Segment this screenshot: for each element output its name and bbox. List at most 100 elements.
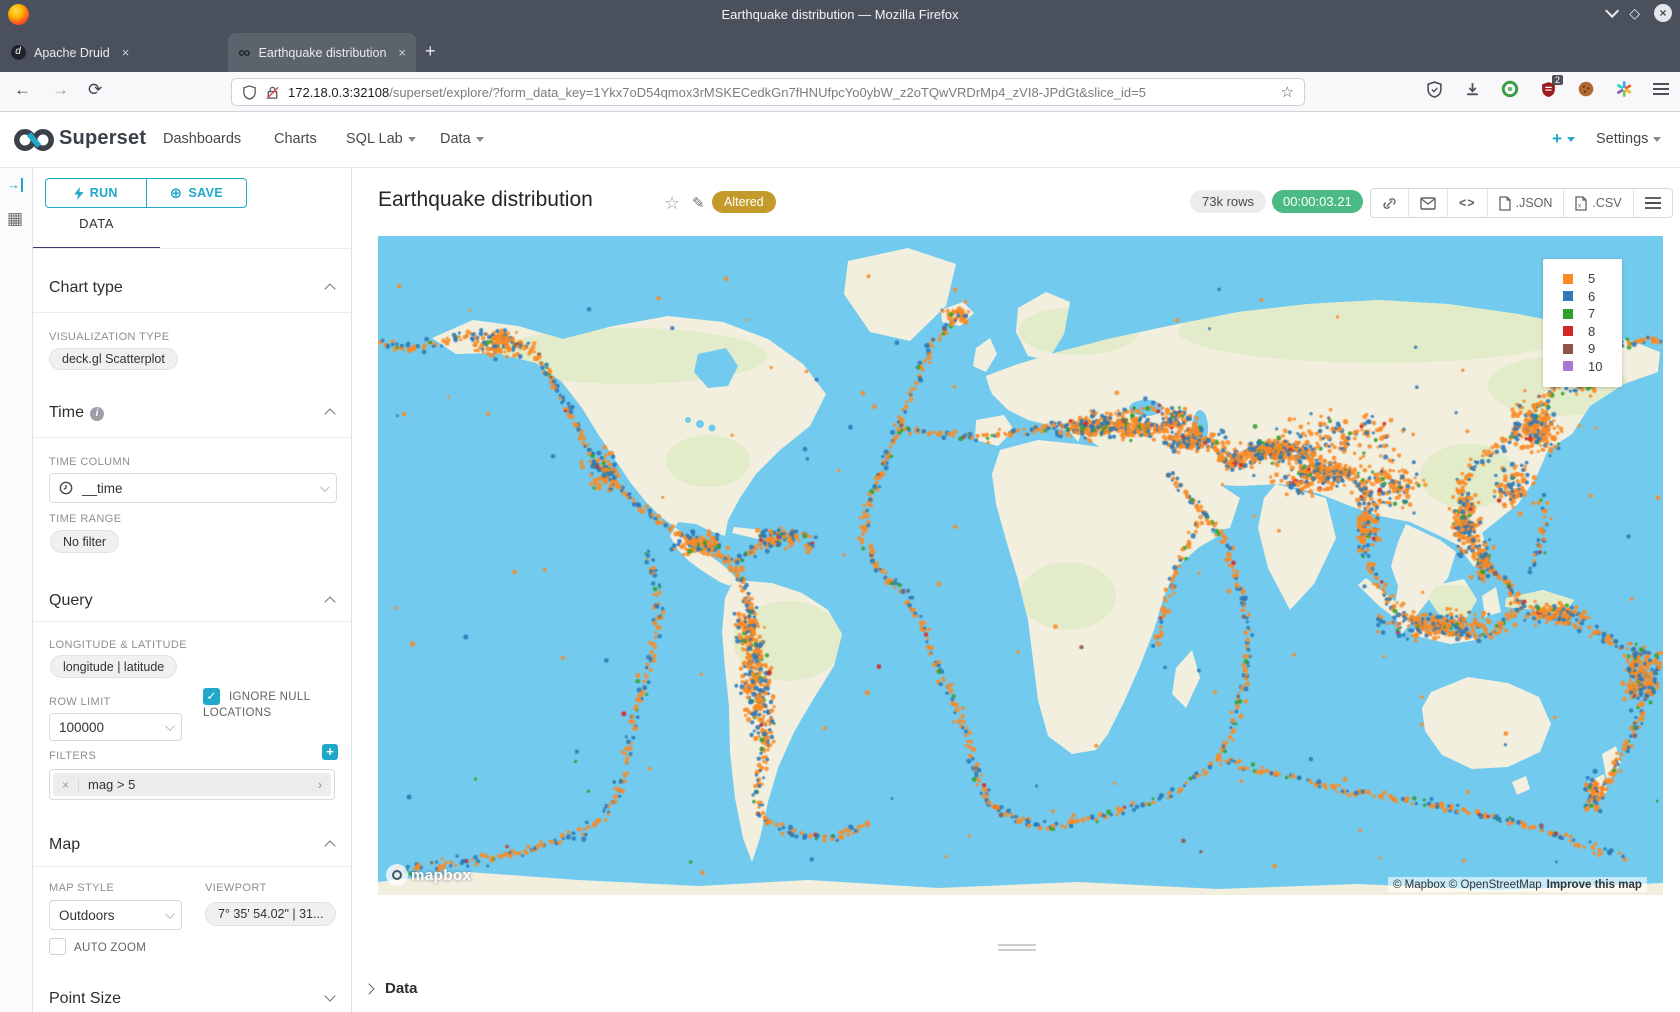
window-maximize-icon[interactable]: ◇: [1629, 6, 1640, 20]
row-limit-select[interactable]: 100000: [49, 713, 182, 741]
section-chart-type[interactable]: Chart type: [49, 279, 123, 297]
url-input[interactable]: 172.18.0.3:32108/superset/explore/?form_…: [231, 78, 1305, 106]
nav-sql-lab[interactable]: SQL Lab: [346, 131, 416, 147]
menu-hamburger-icon[interactable]: [1653, 83, 1669, 95]
superset-logo-icon[interactable]: [12, 126, 56, 154]
url-path: /superset/explore/?form_data_key=1Ykx7oD…: [389, 85, 1146, 100]
ignore-null-checkbox[interactable]: ✓: [203, 688, 220, 705]
longitude-latitude-value[interactable]: longitude | latitude: [50, 655, 177, 678]
file-icon: [1499, 196, 1511, 211]
run-save-buttons: RUN ⊕ SAVE: [45, 178, 247, 208]
tab-apache-druid[interactable]: d Apache Druid ×: [0, 33, 220, 72]
viewport-label: VIEWPORT: [205, 882, 267, 894]
legend-row: 10: [1543, 358, 1622, 376]
back-button[interactable]: ←: [14, 80, 31, 100]
cookie-extension-icon[interactable]: [1577, 80, 1595, 98]
envelope-icon: [1420, 197, 1436, 210]
deckgl-scatter-map[interactable]: 5 6 7 8 9 10 mapbox © Mapbox © OpenStree…: [378, 236, 1663, 895]
chevron-down-icon[interactable]: [324, 990, 335, 1001]
favorite-star-icon[interactable]: ☆: [664, 193, 680, 214]
pinwheel-extension-icon[interactable]: [1615, 80, 1633, 98]
expand-filter-icon[interactable]: ›: [309, 777, 331, 792]
time-range-label: TIME RANGE: [49, 513, 121, 525]
chevron-down-icon: [320, 482, 330, 492]
ignore-null-label: IGNORE NULL LOCATIONS: [229, 689, 310, 721]
superset-navbar: Superset Dashboards Charts SQL Lab Data …: [0, 112, 1680, 168]
tab-close-icon[interactable]: ×: [122, 45, 130, 60]
section-point-size[interactable]: Point Size: [49, 990, 121, 1008]
superset-brand[interactable]: Superset: [59, 127, 146, 150]
legend-row: 5: [1543, 270, 1622, 288]
map-style-select[interactable]: Outdoors: [49, 900, 182, 930]
chevron-up-icon[interactable]: [324, 283, 335, 294]
nav-add-button[interactable]: +: [1552, 129, 1575, 149]
chevron-up-icon[interactable]: [324, 408, 335, 419]
window-titlebar: Earthquake distribution — Mozilla Firefo…: [0, 0, 1680, 29]
export-csv-button[interactable]: x .CSV: [1563, 189, 1632, 217]
nav-dashboards[interactable]: Dashboards: [163, 131, 241, 147]
chevron-up-icon[interactable]: [324, 596, 335, 607]
time-column-select[interactable]: __time: [49, 473, 337, 503]
bookmark-star-icon[interactable]: ☆: [1281, 83, 1294, 101]
resize-handle[interactable]: [998, 944, 1036, 951]
visualization-type-label: VISUALIZATION TYPE: [49, 331, 170, 343]
nav-settings[interactable]: Settings: [1596, 131, 1661, 147]
share-link-button[interactable]: [1371, 189, 1408, 217]
visualization-type-value[interactable]: deck.gl Scatterplot: [49, 348, 178, 370]
filter-item[interactable]: × mag > 5 ›: [49, 769, 335, 800]
info-icon: i: [90, 407, 104, 421]
collapse-panel-icon[interactable]: →: [7, 178, 23, 192]
datasource-grid-icon[interactable]: ▦: [7, 210, 23, 227]
run-button[interactable]: RUN: [46, 179, 146, 207]
legend-swatch: [1563, 274, 1573, 284]
chart-menu-button[interactable]: [1633, 189, 1672, 217]
legend-swatch: [1563, 309, 1573, 319]
mapbox-logo[interactable]: mapbox: [386, 864, 472, 886]
nav-charts[interactable]: Charts: [274, 131, 317, 147]
attribution-text[interactable]: © Mapbox © OpenStreetMap: [1393, 879, 1542, 891]
bolt-icon: [74, 187, 84, 200]
remove-filter-icon[interactable]: ×: [53, 778, 79, 792]
time-range-value[interactable]: No filter: [50, 530, 119, 553]
chevron-up-icon[interactable]: [324, 840, 335, 851]
data-collapse-section[interactable]: Data: [365, 980, 418, 997]
tab-label: Earthquake distribution: [259, 46, 387, 60]
filter-value[interactable]: mag > 5: [79, 777, 135, 792]
link-icon: [1382, 196, 1397, 211]
auto-zoom-checkbox[interactable]: [49, 938, 66, 955]
window-title: Earthquake distribution — Mozilla Firefo…: [0, 7, 1680, 22]
tab-close-icon[interactable]: ×: [398, 45, 406, 60]
shield-permissions-icon[interactable]: [242, 85, 257, 100]
add-filter-button[interactable]: +: [322, 744, 338, 760]
edit-pencil-icon[interactable]: ✎: [692, 194, 705, 212]
chevron-down-icon: [408, 137, 416, 142]
legend-row: 9: [1543, 340, 1622, 358]
email-button[interactable]: [1408, 189, 1447, 217]
ublock-shield-icon[interactable]: 2: [1539, 80, 1557, 98]
earthquake-points-layer: [378, 236, 1663, 895]
tab-earthquake-distribution[interactable]: ∞ Earthquake distribution ×: [228, 33, 416, 72]
insecure-lock-icon[interactable]: [265, 85, 280, 100]
nav-data[interactable]: Data: [440, 131, 484, 147]
section-map[interactable]: Map: [49, 836, 80, 854]
tab-bar: d Apache Druid × ∞ Earthquake distributi…: [0, 29, 1680, 72]
improve-map-link[interactable]: Improve this map: [1547, 879, 1642, 891]
window-close-icon[interactable]: ×: [1654, 4, 1672, 22]
file-icon: x: [1575, 196, 1587, 211]
section-query[interactable]: Query: [49, 592, 93, 610]
new-tab-button[interactable]: +: [425, 41, 436, 62]
extension-green-icon[interactable]: [1501, 80, 1519, 98]
window-minimize-icon[interactable]: [1605, 4, 1619, 18]
embed-code-button[interactable]: <>: [1447, 189, 1487, 217]
forward-button[interactable]: →: [52, 80, 69, 100]
save-button[interactable]: ⊕ SAVE: [146, 179, 247, 207]
longitude-latitude-label: LONGITUDE & LATITUDE: [49, 639, 187, 651]
viewport-value[interactable]: 7° 35' 54.02" | 31...: [205, 902, 336, 926]
downloads-icon[interactable]: [1463, 80, 1481, 98]
reload-button[interactable]: ⟳: [88, 80, 102, 100]
protections-shield-icon[interactable]: [1425, 80, 1443, 98]
tab-data[interactable]: DATA: [33, 216, 160, 231]
section-time[interactable]: Timei: [49, 404, 104, 422]
menu-icon: [1645, 197, 1661, 209]
export-json-button[interactable]: .JSON: [1487, 189, 1564, 217]
